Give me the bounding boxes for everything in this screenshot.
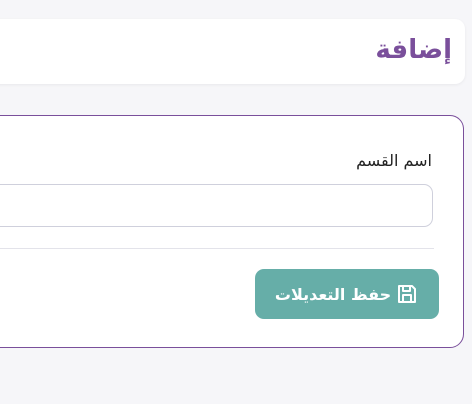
save-changes-button[interactable]: حفظ التعديلات xyxy=(255,269,439,319)
save-button-label: حفظ التعديلات xyxy=(274,284,392,304)
save-icon xyxy=(395,282,419,306)
page-title: إضافة xyxy=(375,35,452,65)
section-name-input[interactable] xyxy=(0,184,433,227)
section-name-label: اسم القسم xyxy=(356,151,432,170)
form-divider xyxy=(0,248,434,249)
